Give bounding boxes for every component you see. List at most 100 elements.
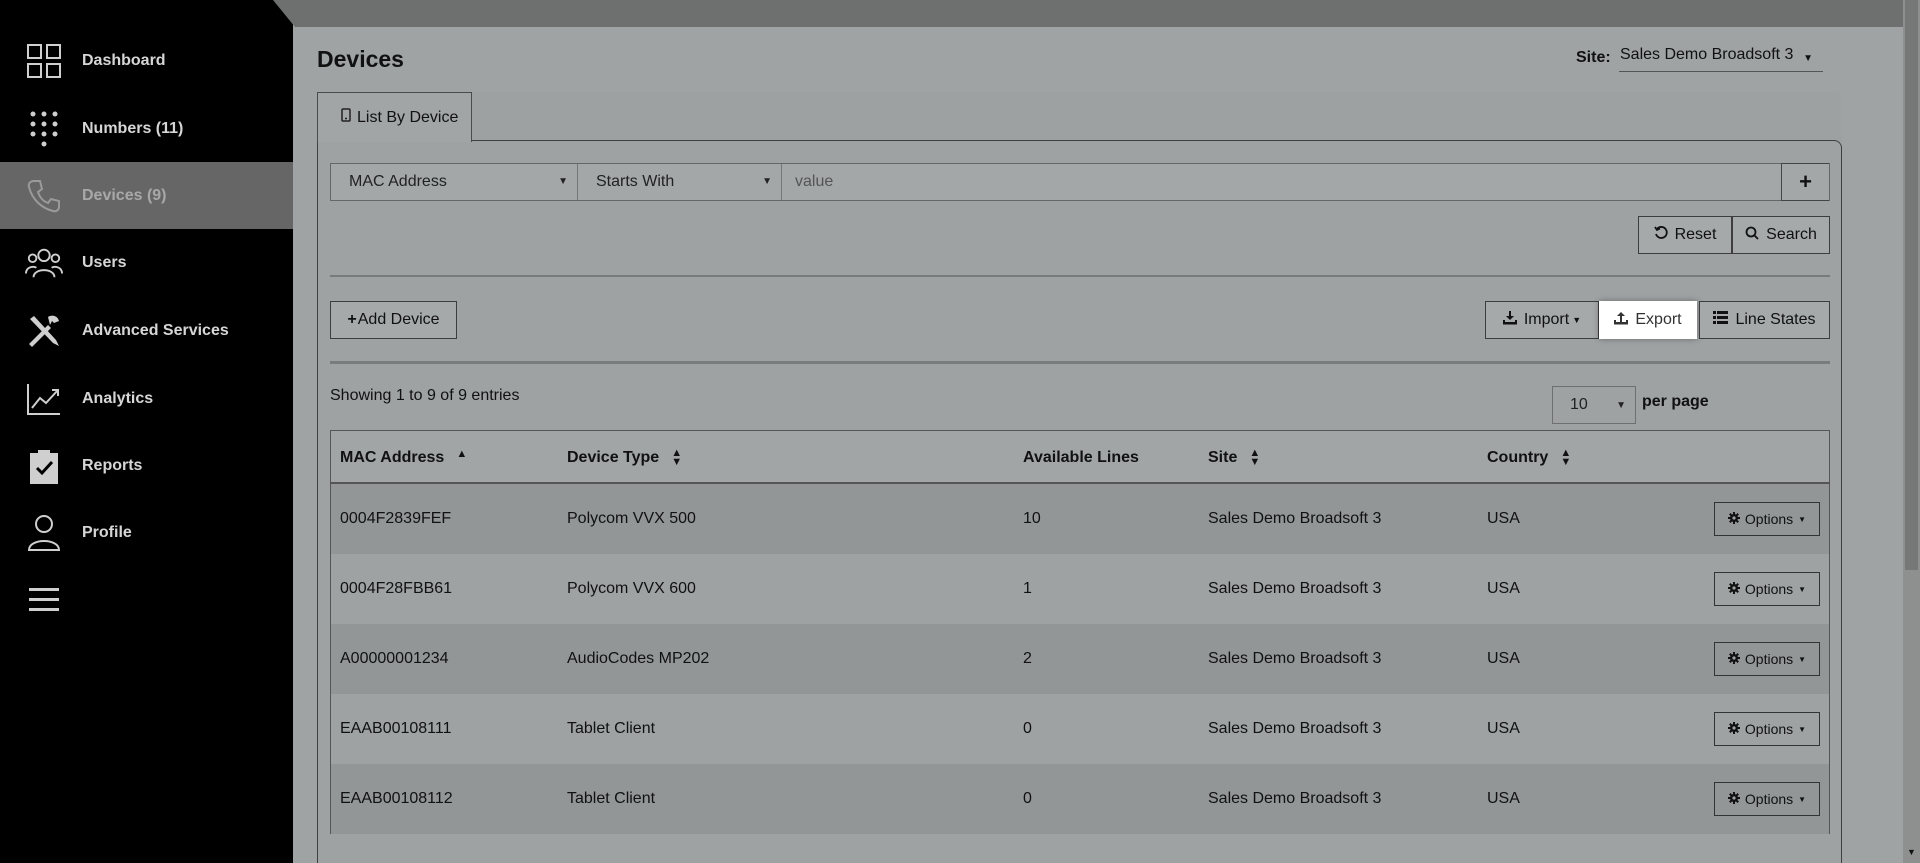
search-icon — [1745, 226, 1759, 245]
options-button[interactable]: Options ▼ — [1714, 782, 1820, 816]
options-button[interactable]: Options ▼ — [1714, 502, 1820, 536]
line-states-button[interactable]: Line States — [1699, 301, 1830, 339]
sidebar-item-dashboard[interactable]: Dashboard — [0, 27, 293, 94]
filter-value-input[interactable]: value — [782, 164, 1782, 200]
reset-button[interactable]: Reset — [1638, 216, 1732, 254]
sort-icon: ▲ ▼ — [1249, 447, 1261, 468]
table-body: 0004F2839FEF Polycom VVX 500 1 0 Sales Demo … — [331, 484, 1829, 834]
sidebar-item-users[interactable]: Users — [0, 229, 293, 296]
cell-device-type: AudioCodes MP202 — [567, 650, 710, 667]
add-filter-button[interactable]: + — [1781, 163, 1829, 201]
column-header-mac-address[interactable]: MAC Address ▲ — [340, 447, 468, 467]
per-page-value: 10 — [1570, 396, 1588, 413]
filter-operator-select[interactable]: Starts With ▼ — [578, 164, 782, 200]
sidebar-item-advanced-services[interactable]: Advanced Services — [0, 297, 293, 364]
export-label: Export — [1635, 311, 1682, 328]
table-row: EAAB00108111 Tablet Client 0 Sales Demo Bro… — [331, 694, 1829, 764]
caret-down-icon: ▼ — [1798, 724, 1807, 734]
cell-device-type: Polycom VVX 500 — [567, 510, 696, 527]
sidebar-item-reports[interactable]: Reports — [0, 432, 293, 499]
scrollbar-thumb[interactable] — [1905, 0, 1918, 570]
caret-down-icon: ▼ — [558, 176, 568, 187]
cell-available-lines: 0 — [1023, 790, 1032, 807]
sidebar-item-label: Profile — [82, 523, 132, 541]
plus-icon: + — [347, 311, 357, 328]
options-button[interactable]: Options ▼ — [1714, 572, 1820, 606]
search-button[interactable]: Search — [1732, 216, 1830, 254]
menu-toggle-button[interactable] — [0, 580, 293, 620]
column-header-country[interactable]: Country ▲ ▼ — [1487, 447, 1572, 468]
sidebar: Dashboard Numbers (11) Devices (9) Users… — [0, 0, 293, 863]
export-button[interactable]: Export — [1599, 301, 1697, 339]
cell-country: USA — [1487, 510, 1520, 527]
sidebar-item-numbers[interactable]: Numbers (11) — [0, 95, 293, 162]
table-header: MAC Address ▲ Device Type ▲ ▼ Available L… — [331, 431, 1829, 484]
cell-device-type: Tablet Client — [567, 790, 656, 807]
keypad-icon — [25, 110, 63, 148]
tab-label: List By Device — [357, 108, 459, 126]
sidebar-item-profile[interactable]: Profile — [0, 499, 293, 566]
filter-value-placeholder: value — [795, 173, 834, 190]
import-button[interactable]: Import ▼ — [1485, 301, 1599, 339]
add-device-label: Add Device — [357, 311, 440, 328]
cell-site: Sales Demo Broadsoft 3 — [1208, 580, 1382, 597]
scroll-down-icon[interactable]: ▼ — [1906, 847, 1917, 858]
table-row: A00000001234 AudioCodes MP202 2 Sales Demo … — [331, 624, 1829, 694]
person-icon — [25, 514, 63, 552]
column-header-site[interactable]: Site ▲ ▼ — [1208, 447, 1261, 468]
column-label: Site — [1208, 449, 1238, 466]
search-label: Search — [1766, 226, 1817, 243]
add-device-button[interactable]: + Add Device — [330, 301, 457, 339]
options-button[interactable]: Options ▼ — [1714, 642, 1820, 676]
caret-down-icon: ▼ — [1798, 794, 1807, 804]
tools-icon — [25, 312, 63, 350]
sort-asc-icon: ▲ — [456, 447, 468, 460]
sort-icon: ▲ ▼ — [1560, 447, 1572, 468]
cell-country: USA — [1487, 580, 1520, 597]
reset-label: Reset — [1674, 226, 1717, 243]
site-select[interactable]: Sales Demo Broadsoft 3 ▼ — [1619, 46, 1823, 72]
phone-icon — [25, 177, 63, 215]
page-title: Devices — [317, 46, 404, 72]
per-page-select[interactable]: 10 ▼ — [1552, 386, 1636, 424]
sidebar-item-label: Reports — [82, 456, 143, 474]
sidebar-item-devices[interactable]: Devices (9) — [0, 162, 293, 229]
column-header-available-lines: Available Lines — [1023, 449, 1139, 467]
options-label: Options — [1744, 791, 1794, 807]
cell-mac-address: EAAB00108112 — [340, 790, 453, 807]
list-icon — [1713, 311, 1729, 329]
cell-mac-address: EAAB00108111 — [340, 720, 452, 737]
options-button[interactable]: Options ▼ — [1714, 712, 1820, 746]
per-page-label: per page — [1642, 393, 1709, 410]
cell-site: Sales Demo Broadsoft 3 — [1208, 510, 1382, 527]
caret-down-icon: ▼ — [1572, 315, 1582, 325]
filter-field-select[interactable]: MAC Address ▼ — [331, 164, 578, 200]
tab-list-by-device[interactable]: List By Device — [317, 92, 472, 142]
column-label: Device Type — [567, 449, 660, 466]
sort-icon: ▲ ▼ — [671, 447, 683, 468]
column-label: MAC Address — [340, 449, 445, 466]
cell-mac-address: 0004F2839FEF — [340, 510, 452, 527]
entries-info: Showing 1 to 9 of 9 entries — [330, 387, 520, 404]
column-header-device-type[interactable]: Device Type ▲ ▼ — [567, 447, 683, 468]
sidebar-item-analytics[interactable]: Analytics — [0, 365, 293, 432]
cell-country: USA — [1487, 650, 1520, 667]
cell-available-lines: 1 — [1023, 580, 1032, 597]
options-label: Options — [1744, 721, 1794, 737]
download-icon — [1502, 310, 1517, 330]
column-label: Country — [1487, 449, 1549, 466]
caret-down-icon: ▼ — [1798, 654, 1807, 664]
top-bar — [273, 0, 1920, 27]
caret-down-icon: ▼ — [1798, 514, 1807, 524]
options-label: Options — [1744, 581, 1794, 597]
filter-field-value: MAC Address — [349, 173, 447, 190]
gear-icon — [1727, 721, 1740, 737]
cell-available-lines: 0 — [1023, 720, 1032, 737]
scrollbar[interactable]: ▲ ▼ — [1903, 0, 1920, 863]
upload-icon — [1614, 311, 1629, 330]
gear-icon — [1727, 581, 1740, 597]
sidebar-item-label: Users — [82, 253, 127, 271]
filter-row: MAC Address ▼ Starts With ▼ value + — [330, 163, 1830, 201]
line-states-label: Line States — [1735, 311, 1816, 328]
cell-country: USA — [1487, 790, 1520, 807]
